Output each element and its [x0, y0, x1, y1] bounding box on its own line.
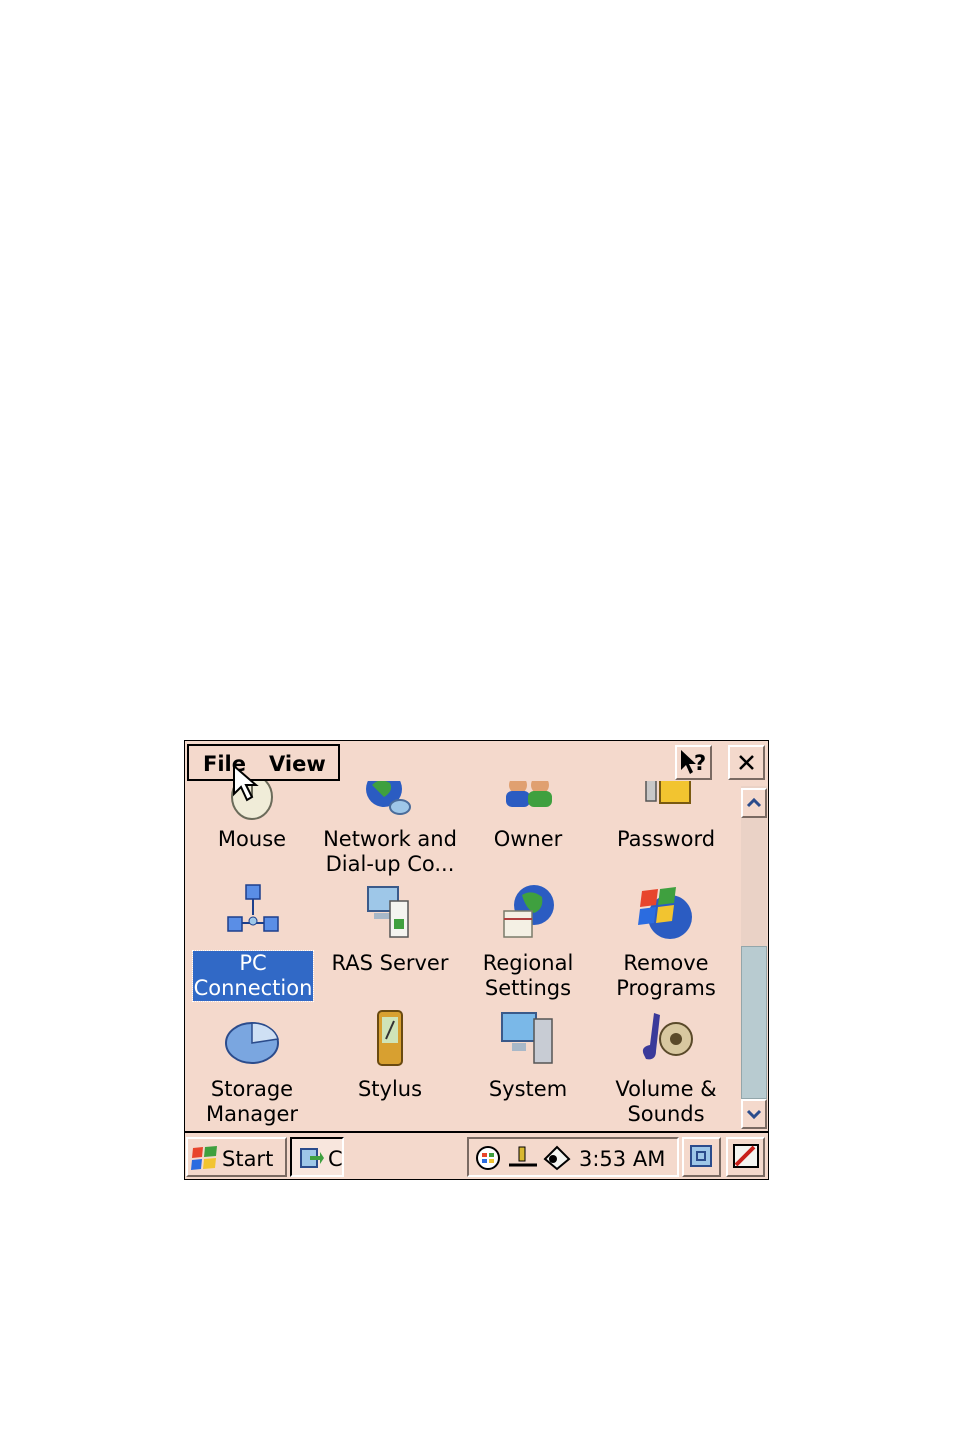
item-label: Mouse: [217, 827, 287, 851]
chevron-up-icon: [746, 797, 762, 808]
control-panel-grid: Mouse Network and Dial-up Co... Owner Pa…: [185, 781, 740, 1129]
taskbar: Start C 3:53 AM: [185, 1131, 768, 1179]
system-icon: [501, 1012, 553, 1064]
desktop-icon: [690, 1145, 712, 1167]
remove-programs-icon: [638, 887, 692, 939]
owner-icon: [506, 781, 552, 807]
item-stylus[interactable]: Stylus: [323, 1009, 457, 1129]
close-icon: [739, 755, 754, 770]
tray-sync-icon[interactable]: [541, 1143, 573, 1171]
show-desktop-button[interactable]: [682, 1137, 721, 1177]
item-password[interactable]: Password: [599, 781, 733, 881]
control-panel-icon: [300, 1148, 324, 1168]
clock: 3:53 AM: [579, 1147, 666, 1171]
item-pc-connection[interactable]: PC Connection: [185, 883, 319, 1003]
item-label: Owner: [493, 827, 563, 851]
scroll-up-button[interactable]: [741, 788, 767, 818]
item-system[interactable]: System: [461, 1009, 595, 1129]
tray-connection-icon[interactable]: [507, 1145, 539, 1171]
item-label: Stylus: [357, 1077, 423, 1101]
item-label: Password: [616, 827, 716, 851]
windows-logo-icon: [191, 1146, 217, 1170]
taskbar-app-button[interactable]: C: [290, 1137, 344, 1177]
start-button[interactable]: Start: [186, 1137, 287, 1177]
item-volume-sounds[interactable]: Volume & Sounds: [599, 1009, 733, 1129]
start-label: Start: [222, 1147, 274, 1171]
svg-text:?: ?: [694, 751, 706, 775]
item-network[interactable]: Network and Dial-up Co...: [323, 781, 457, 881]
scroll-thumb[interactable]: [741, 946, 767, 1099]
item-label: Storage Manager: [205, 1077, 299, 1126]
scroll-down-button[interactable]: [741, 1099, 767, 1129]
password-icon: [645, 781, 691, 804]
close-button[interactable]: [728, 745, 765, 780]
ras-server-icon: [367, 886, 409, 938]
help-button[interactable]: ?: [675, 745, 712, 780]
volume-sounds-icon: [642, 1013, 693, 1060]
help-icon: ?: [681, 750, 706, 775]
system-tray: 3:53 AM: [467, 1137, 679, 1177]
mouse-pointer-icon: [233, 764, 259, 802]
item-label: PC Connection: [192, 950, 314, 1002]
item-label: Network and Dial-up Co...: [323, 827, 457, 876]
menu-bar: File View: [187, 744, 340, 781]
pc-connection-icon: [227, 884, 279, 932]
taskbar-app-label: C: [328, 1147, 343, 1171]
item-owner[interactable]: Owner: [461, 781, 595, 881]
storage-manager-icon: [225, 1022, 279, 1064]
item-remove-programs[interactable]: Remove Programs: [599, 883, 733, 1003]
item-label: System: [488, 1077, 568, 1101]
tray-network-icon[interactable]: [475, 1145, 503, 1171]
keyboard-pen-icon: [733, 1144, 759, 1168]
chevron-down-icon: [746, 1109, 762, 1120]
item-label: Regional Settings: [482, 951, 574, 1000]
item-ras-server[interactable]: RAS Server: [323, 883, 457, 1003]
control-panel-window: File View ? Mouse Network and Dial-up Co…: [184, 740, 769, 1180]
item-label: Remove Programs: [616, 951, 716, 1000]
vertical-scrollbar[interactable]: [741, 786, 767, 1129]
item-regional-settings[interactable]: Regional Settings: [461, 883, 595, 1003]
item-label: Volume & Sounds: [615, 1077, 717, 1126]
stylus-icon: [377, 1010, 403, 1066]
input-panel-button[interactable]: [726, 1137, 765, 1177]
item-label: RAS Server: [331, 951, 449, 975]
regional-settings-icon: [503, 885, 554, 938]
network-icon: [366, 781, 411, 815]
menu-view[interactable]: View: [269, 752, 326, 776]
item-storage-manager[interactable]: Storage Manager: [185, 1009, 319, 1129]
